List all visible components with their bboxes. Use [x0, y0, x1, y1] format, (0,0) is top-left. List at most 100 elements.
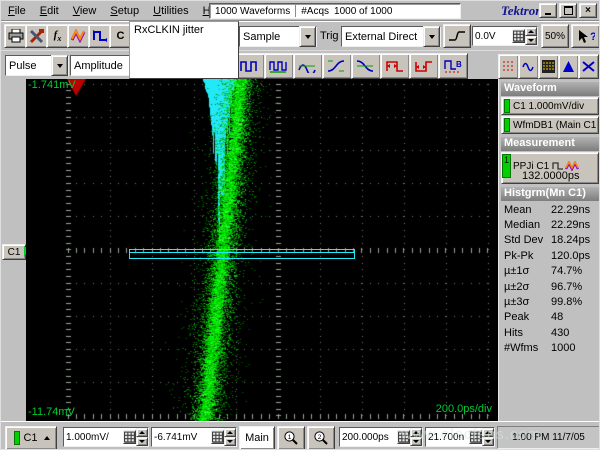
vertical-offset-spinner[interactable] — [224, 428, 236, 446]
measure-frequency-button[interactable] — [264, 53, 294, 79]
tools-button[interactable] — [25, 24, 48, 48]
horizontal-scale-field[interactable]: 200.000ps — [339, 427, 423, 447]
print-button[interactable] — [4, 24, 27, 48]
fx-icon: fx — [54, 29, 62, 43]
chevron-up-icon — [44, 436, 50, 440]
measure-falltime-button[interactable] — [351, 53, 381, 79]
waveform-item-c1[interactable]: C1 1.000mV/div — [501, 97, 599, 115]
bottom-voltage-label: -11.74mV — [28, 406, 75, 418]
keypad-icon[interactable] — [211, 430, 224, 444]
chevron-down-icon — [57, 64, 63, 68]
dropdown-button[interactable] — [423, 26, 440, 47]
spin-down-icon[interactable] — [525, 36, 537, 45]
context-help-button[interactable]: ? — [571, 24, 600, 48]
restore-button[interactable] — [559, 3, 577, 18]
menu-file[interactable]: File — [1, 3, 33, 19]
waveform-item-wfmdb1[interactable]: WfmDB1 (Main C1 — [501, 116, 599, 134]
measure-positive-width-button[interactable] — [380, 53, 410, 79]
channel-select-button[interactable]: C1 — [5, 426, 57, 450]
blue-pulse-icon — [92, 29, 108, 43]
measure-category-dropdown[interactable]: Pulse — [5, 55, 69, 76]
menu-utilities[interactable]: Utilities — [146, 3, 195, 19]
set-to-50pct-button[interactable]: 50% — [541, 24, 569, 48]
measure-jitter-button[interactable]: B — [438, 53, 468, 79]
measure-cycle-button[interactable] — [293, 53, 323, 79]
vertical-scale-field[interactable]: 1.000mV/ — [63, 427, 149, 447]
spin-down-icon[interactable] — [410, 437, 422, 446]
top-voltage-label: -1.741mV — [28, 79, 76, 91]
measure-negative-width-button[interactable] — [409, 53, 439, 79]
measure-period-button[interactable] — [235, 53, 265, 79]
close-button[interactable]: × — [579, 3, 597, 18]
measurement-item[interactable]: 1 PPJi C1 132.0000ps — [501, 152, 599, 184]
dropdown-button[interactable] — [51, 55, 68, 76]
spin-down-icon[interactable] — [482, 437, 494, 446]
trigger-source-dropdown[interactable]: External Direct — [341, 26, 441, 47]
spin-up-icon[interactable] — [482, 428, 494, 437]
zoom-1-button[interactable]: 1 — [277, 426, 305, 450]
measurement-toolbar: Pulse Amplitude — [1, 50, 599, 80]
trigger-level-spinner[interactable] — [525, 27, 537, 45]
spin-up-icon[interactable] — [224, 428, 236, 437]
red-dashes-icon — [502, 59, 515, 74]
keypad-icon[interactable] — [469, 430, 482, 444]
keypad-icon[interactable] — [512, 29, 525, 43]
negative-width-icon — [414, 59, 434, 73]
menu-setup[interactable]: Setup — [103, 3, 146, 19]
acqs-value: 1000 of 1000 — [334, 6, 397, 17]
spin-up-icon[interactable] — [136, 428, 148, 437]
waveform-database-display-button[interactable] — [538, 54, 559, 79]
vertical-scale-spinner[interactable] — [136, 428, 148, 446]
spin-down-icon[interactable] — [136, 437, 148, 446]
dropdown-button[interactable] — [299, 26, 316, 47]
channel-label-strip: C1 — [1, 79, 26, 421]
waveform-item-label: C1 1.000mV/div — [513, 101, 584, 112]
spin-up-icon[interactable] — [410, 428, 422, 437]
trigger-level-field[interactable]: 0.0V — [472, 26, 538, 46]
minimize-button[interactable] — [539, 3, 557, 18]
stat-row-mean: Mean22.29ns — [499, 202, 600, 217]
channel-marker[interactable]: C1 — [2, 244, 26, 260]
define-math-button[interactable]: fx — [46, 24, 69, 48]
cycle-amplitude-icon — [298, 59, 318, 73]
horizontal-scale-spinner[interactable] — [410, 428, 422, 446]
stat-row-mu2sigma: µ±2σ96.7% — [499, 279, 600, 294]
bottom-control-bar: C1 1.000mV/ -6.741mV Main — [1, 421, 599, 450]
display-persistence-button[interactable] — [498, 54, 519, 79]
minimize-icon — [545, 13, 551, 15]
timebase-button[interactable]: Main — [239, 426, 275, 450]
datetime-status: 1:00 PM 11/7/05 — [497, 426, 600, 449]
measure-risetime-button[interactable] — [322, 53, 352, 79]
waveform-item-label: WfmDB1 (Main C1 — [513, 120, 596, 131]
eye-mask-button[interactable] — [578, 54, 599, 79]
eye-cross-icon — [582, 59, 595, 74]
trigger-slope-button[interactable] — [443, 24, 471, 48]
close-icon: × — [585, 5, 591, 16]
histogram-display-button[interactable] — [558, 54, 579, 79]
keypad-icon[interactable] — [123, 430, 136, 444]
acquisition-mode-dropdown[interactable]: Sample — [239, 26, 317, 47]
vertical-offset-field[interactable]: -6.741mV — [151, 427, 237, 447]
chevron-down-icon — [429, 35, 435, 39]
waveform-database-button[interactable] — [67, 24, 90, 48]
spin-up-icon[interactable] — [525, 27, 537, 36]
stat-row-peak: Peak48 — [499, 310, 600, 325]
frequency-icon — [269, 59, 289, 73]
triangle-icon — [562, 59, 575, 74]
spin-down-icon[interactable] — [224, 437, 236, 446]
horizontal-position-field[interactable]: 21.700n — [425, 427, 495, 447]
zoom-2-button[interactable]: 2 — [307, 426, 335, 450]
stat-row-mu1sigma: µ±1σ74.7% — [499, 264, 600, 279]
measure-category-value: Pulse — [6, 60, 51, 72]
positive-width-icon — [385, 59, 405, 73]
measurement-panel-header: Measurement — [501, 137, 599, 151]
horizontal-position-spinner[interactable] — [482, 428, 494, 446]
vertical-offset-value: -6.741mV — [152, 432, 211, 443]
display-vector-button[interactable] — [518, 54, 539, 79]
menu-view[interactable]: View — [66, 3, 104, 19]
svg-text:B: B — [456, 60, 462, 69]
menu-edit[interactable]: Edit — [33, 3, 66, 19]
mask-button[interactable] — [88, 24, 111, 48]
keypad-icon[interactable] — [397, 430, 410, 444]
main-toolbar: fx C Sample Trig External Direct — [1, 21, 599, 50]
